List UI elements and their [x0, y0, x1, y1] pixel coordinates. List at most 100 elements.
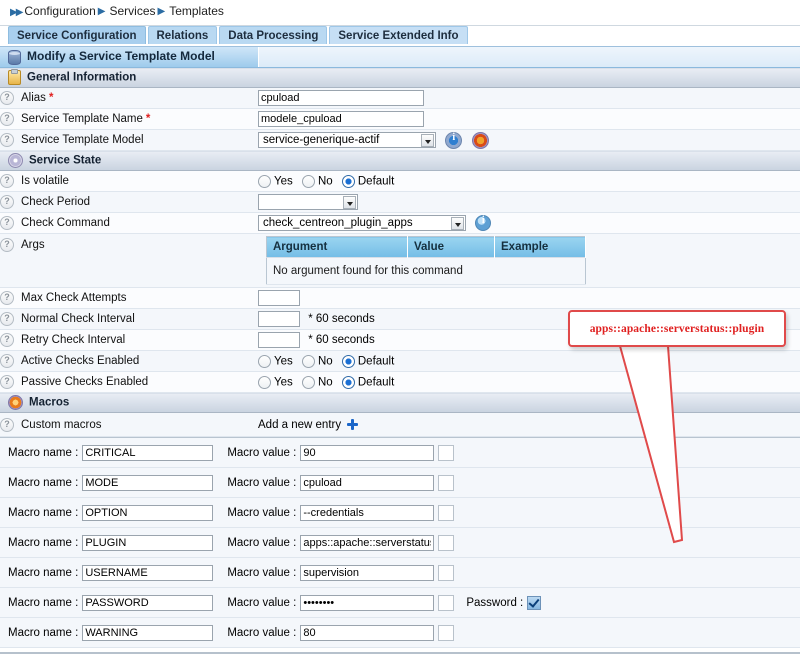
- normal-check-interval-input[interactable]: [258, 311, 300, 327]
- is-volatile-option-default[interactable]: Default: [342, 175, 394, 188]
- service-template-name-input[interactable]: [258, 111, 424, 127]
- macro-name-input[interactable]: [82, 505, 213, 521]
- label-retry-check-interval: Retry Check Interval: [21, 334, 125, 346]
- active-checks-option-default[interactable]: Default: [342, 355, 394, 368]
- macro-value-input[interactable]: [300, 475, 434, 491]
- value-max-check-attempts-cell: [258, 288, 800, 309]
- radio-icon[interactable]: [302, 355, 315, 368]
- macro-value-input[interactable]: [300, 565, 434, 581]
- retry-check-interval-input[interactable]: [258, 332, 300, 348]
- info-gear-icon[interactable]: [445, 132, 462, 149]
- macro-name-input[interactable]: [82, 595, 213, 611]
- database-icon: [8, 50, 21, 65]
- help-icon[interactable]: ?: [0, 216, 14, 230]
- active-checks-option-no[interactable]: No: [302, 355, 333, 368]
- radio-icon[interactable]: [302, 376, 315, 389]
- label-passive-checks-enabled: Passive Checks Enabled: [21, 376, 148, 388]
- macro-extra-box[interactable]: [438, 625, 454, 641]
- tab-service-configuration[interactable]: Service Configuration: [8, 26, 146, 44]
- tab-relations[interactable]: Relations: [148, 26, 218, 44]
- service-template-model-select[interactable]: service-generique-actif: [258, 132, 436, 148]
- macro-extra-box[interactable]: [438, 535, 454, 551]
- label-normal-check-interval: Normal Check Interval: [21, 313, 135, 325]
- tab-service-extended-info[interactable]: Service Extended Info: [329, 26, 467, 44]
- help-icon[interactable]: ?: [0, 238, 14, 252]
- radio-icon[interactable]: [258, 355, 271, 368]
- macro-value-input[interactable]: [300, 445, 434, 461]
- macro-value-label: Macro value :: [227, 567, 296, 579]
- settings-gear-icon[interactable]: [472, 132, 489, 149]
- macro-name-input[interactable]: [82, 625, 213, 641]
- help-icon[interactable]: ?: [0, 195, 14, 209]
- macro-value-label: Macro value :: [227, 447, 296, 459]
- active-checks-option-yes[interactable]: Yes: [258, 355, 293, 368]
- macro-password-checkbox[interactable]: [527, 596, 541, 610]
- macro-extra-box[interactable]: [438, 595, 454, 611]
- plus-icon[interactable]: [347, 419, 358, 430]
- radio-icon[interactable]: [302, 175, 315, 188]
- macro-extra-box[interactable]: [438, 565, 454, 581]
- label-active-checks-enabled-cell: ?Active Checks Enabled: [0, 351, 258, 372]
- check-period-select[interactable]: [258, 194, 358, 210]
- help-icon[interactable]: ?: [0, 375, 14, 389]
- value-service-template-model-cell: service-generique-actif: [258, 130, 800, 151]
- check-command-select[interactable]: check_centreon_plugin_apps: [258, 215, 466, 231]
- help-icon[interactable]: ?: [0, 333, 14, 347]
- breadcrumb-item-templates[interactable]: Templates: [169, 4, 224, 18]
- active-checks-option-default-label: Default: [358, 355, 394, 367]
- macro-extra-box[interactable]: [438, 475, 454, 491]
- row-check-command: ?Check Command check_centreon_plugin_app…: [0, 213, 800, 234]
- label-max-check-attempts-cell: ?Max Check Attempts: [0, 288, 258, 309]
- label-service-template-model-cell: ?Service Template Model: [0, 130, 258, 151]
- info-icon[interactable]: [475, 215, 491, 231]
- section-service-state-cell: Service State: [0, 151, 800, 171]
- radio-icon[interactable]: [258, 175, 271, 188]
- tab-bar: Service ConfigurationRelationsData Proce…: [0, 26, 800, 46]
- radio-icon-selected[interactable]: [342, 376, 355, 389]
- value-alias-cell: [258, 88, 800, 109]
- passive-checks-option-yes[interactable]: Yes: [258, 376, 293, 389]
- macro-value-input[interactable]: [300, 595, 434, 611]
- help-icon[interactable]: ?: [0, 133, 14, 147]
- help-icon[interactable]: ?: [0, 354, 14, 368]
- passive-checks-option-no-label: No: [318, 376, 333, 388]
- radio-icon-selected[interactable]: [342, 175, 355, 188]
- breadcrumb-lead-icon: ▶▶: [10, 7, 21, 18]
- alias-input[interactable]: [258, 90, 424, 106]
- is-volatile-option-no[interactable]: No: [302, 175, 333, 188]
- passive-checks-option-no[interactable]: No: [302, 376, 333, 389]
- help-icon[interactable]: ?: [0, 91, 14, 105]
- section-macros-cell: Macros: [0, 393, 800, 413]
- help-icon[interactable]: ?: [0, 112, 14, 126]
- label-custom-macros: Custom macros: [21, 419, 102, 431]
- passive-checks-option-default[interactable]: Default: [342, 376, 394, 389]
- label-alias-cell: ?Alias*: [0, 88, 258, 109]
- macro-value-input[interactable]: [300, 535, 434, 551]
- macro-value-label: Macro value :: [227, 627, 296, 639]
- is-volatile-option-yes[interactable]: Yes: [258, 175, 293, 188]
- breadcrumb-item-services[interactable]: Services: [109, 4, 155, 18]
- macro-name-input[interactable]: [82, 445, 213, 461]
- add-new-entry-label[interactable]: Add a new entry: [258, 419, 341, 431]
- help-icon[interactable]: ?: [0, 174, 14, 188]
- macro-name-input[interactable]: [82, 475, 213, 491]
- macro-value-input[interactable]: [300, 505, 434, 521]
- help-icon[interactable]: ?: [0, 418, 14, 432]
- breadcrumb-item-configuration[interactable]: Configuration: [24, 4, 95, 18]
- help-icon[interactable]: ?: [0, 312, 14, 326]
- macro-extra-box[interactable]: [438, 505, 454, 521]
- macro-extra-box[interactable]: [438, 445, 454, 461]
- macro-name-input[interactable]: [82, 535, 213, 551]
- max-check-attempts-input[interactable]: [258, 290, 300, 306]
- page-title: Modify a Service Template Model: [27, 49, 215, 63]
- macro-value-input[interactable]: [300, 625, 434, 641]
- check-command-selected: check_centreon_plugin_apps: [259, 216, 431, 231]
- value-active-checks-enabled-cell: Yes No Default: [258, 351, 800, 372]
- tab-data-processing[interactable]: Data Processing: [219, 26, 327, 44]
- normal-check-interval-suffix: * 60 seconds: [308, 313, 375, 325]
- radio-icon-selected[interactable]: [342, 355, 355, 368]
- macro-name-input[interactable]: [82, 565, 213, 581]
- radio-icon[interactable]: [258, 376, 271, 389]
- args-col-value: Value: [408, 237, 495, 258]
- help-icon[interactable]: ?: [0, 291, 14, 305]
